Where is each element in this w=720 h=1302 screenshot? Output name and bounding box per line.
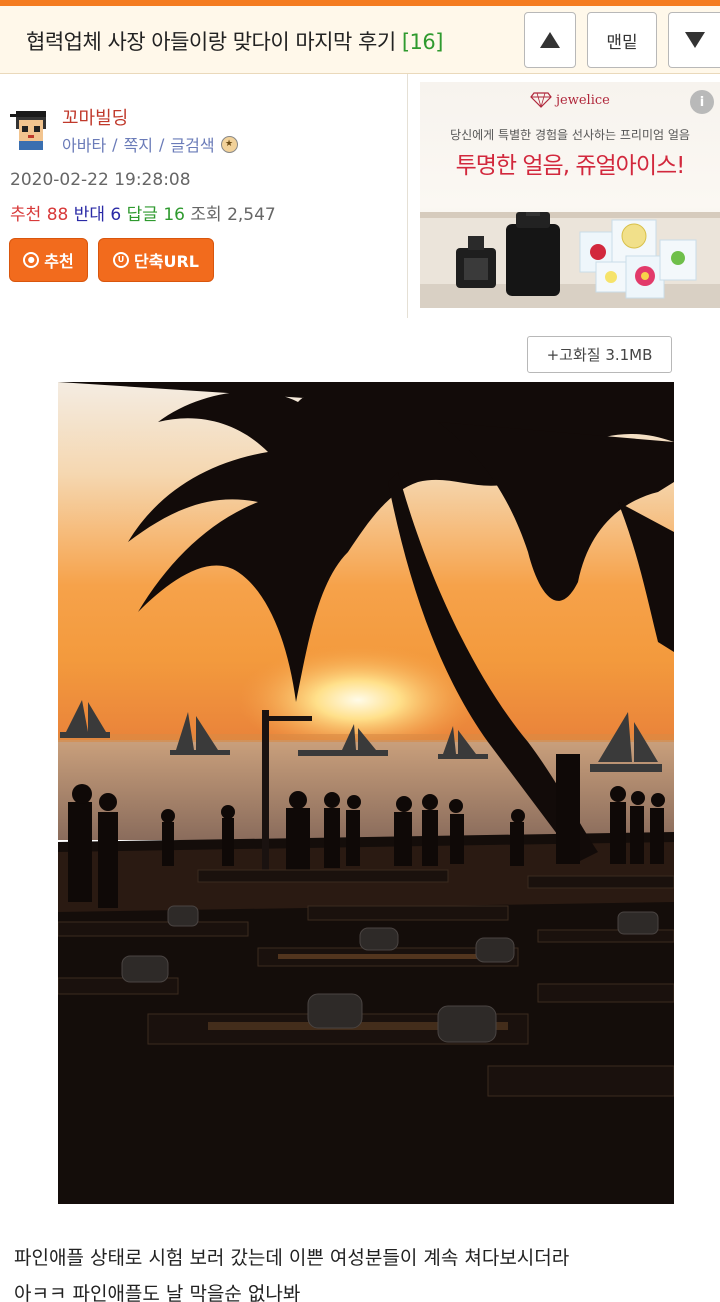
post-title-text: 협력업체 사장 아들이랑 맞다이 마지막 후기 xyxy=(26,30,396,54)
scroll-bottom-button[interactable]: 맨밑 xyxy=(587,12,657,68)
link-separator: / xyxy=(112,134,118,154)
short-url-button-label: 단축URL xyxy=(134,252,199,271)
author-links: 아바타 / 쪽지 / 글검색 ★ xyxy=(62,132,238,156)
post-stats: 추천 88 반대 6 답글 16 조회 2,547 xyxy=(10,200,276,225)
post-date: 2020-02-22 19:28:08 xyxy=(10,170,191,190)
scroll-up-button[interactable] xyxy=(524,12,576,68)
ad-product-image xyxy=(420,212,720,308)
post-info-panel: 꼬마빌딩 아바타 / 쪽지 / 글검색 ★ 2020-02-22 19:28:08 추천… xyxy=(0,74,408,318)
thumbs-up-icon: ● xyxy=(23,252,40,268)
post-photo[interactable] xyxy=(58,382,674,1204)
post-title: 협력업체 사장 아들이랑 맞다이 마지막 후기 [16] xyxy=(26,26,443,56)
link-separator: / xyxy=(159,134,165,154)
scroll-down-button[interactable] xyxy=(668,12,720,68)
avatar[interactable] xyxy=(10,108,52,150)
ad-brand-name: jewelice xyxy=(556,92,610,108)
ad-subtitle: 당신에게 특별한 경험을 선사하는 프리미엄 얼음 xyxy=(450,128,690,142)
post-title-bar: 협력업체 사장 아들이랑 맞다이 마지막 후기 [16] 맨밑 xyxy=(0,6,720,74)
scroll-bottom-label: 맨밑 xyxy=(606,32,638,53)
reply-count: 16 xyxy=(163,205,185,225)
ad-brand-logo: jewelice xyxy=(530,92,610,108)
high-quality-button[interactable]: +고화질 3.1MB xyxy=(527,336,672,373)
comment-count[interactable]: [16] xyxy=(402,30,444,54)
recommend-count: 88 xyxy=(46,205,69,225)
triangle-up-icon xyxy=(540,32,560,48)
short-url-button[interactable]: U 단축URL xyxy=(98,238,214,282)
diamond-icon xyxy=(530,92,552,108)
author-link-message[interactable]: 쪽지 xyxy=(124,132,153,156)
view-label: 조회 xyxy=(190,205,222,225)
triangle-down-icon xyxy=(684,32,705,48)
recommend-button-label: 추천 xyxy=(44,252,74,271)
ad-info-icon[interactable]: i xyxy=(690,90,714,114)
oppose-label: 반대 xyxy=(73,205,106,225)
link-icon: U xyxy=(113,252,130,268)
author-link-search[interactable]: 글검색 xyxy=(170,132,214,156)
oppose-count: 6 xyxy=(110,205,122,225)
author-name[interactable]: 꼬마빌딩 xyxy=(62,104,128,130)
ad-headline: 투명한 얼음, 쥬얼아이스! xyxy=(455,153,686,179)
post-body-line: 아ㅋㅋ 파인애플도 날 막을순 없나봐 xyxy=(14,1283,301,1302)
view-count: 2,547 xyxy=(227,205,276,225)
reply-label: 답글 xyxy=(126,205,158,225)
ad-banner[interactable]: jewelice i 당신에게 특별한 경험을 선사하는 프리미엄 얼음 투명한… xyxy=(420,82,720,308)
level-badge-icon: ★ xyxy=(220,135,238,153)
recommend-button[interactable]: ● 추천 xyxy=(9,238,88,282)
author-link-avatar[interactable]: 아바타 xyxy=(62,132,106,156)
post-body: 파인애플 상태로 시험 보러 갔는데 이쁜 여성분들이 계속 쳐다보시더라 아ㅋ… xyxy=(14,1240,714,1302)
recommend-label: 추천 xyxy=(10,205,42,225)
post-body-line: 파인애플 상태로 시험 보러 갔는데 이쁜 여성분들이 계속 쳐다보시더라 xyxy=(14,1247,570,1269)
